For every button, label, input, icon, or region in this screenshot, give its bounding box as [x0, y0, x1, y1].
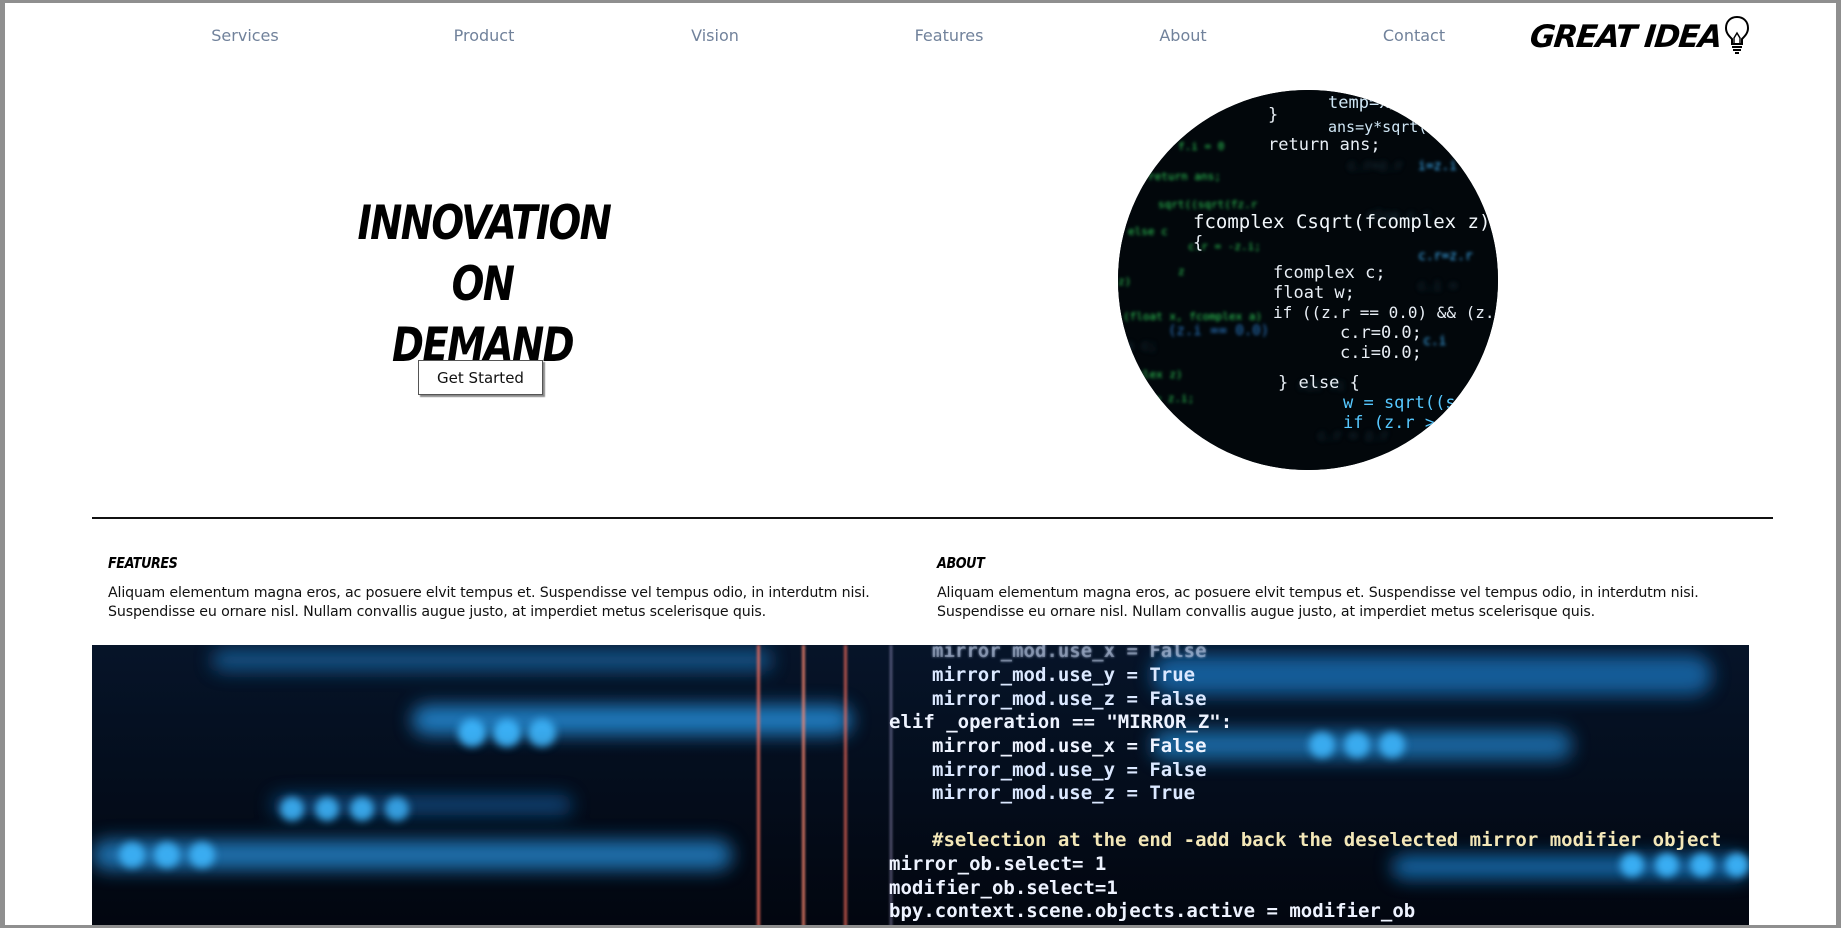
code-line: modifier_ob.select=1 [889, 877, 1118, 899]
brand-logo-text: GREAT IDEA [1528, 19, 1723, 55]
features-section: FEATURES Aliquam elementum magna eros, a… [108, 554, 888, 622]
brand-logo[interactable]: GREAT IDEA [1528, 15, 1751, 55]
code-line: fcomplex c; [1273, 263, 1386, 283]
code-line: elif _operation == "MIRROR_Z": [889, 711, 1232, 733]
top-nav: Services Product Vision Features About C… [0, 0, 1841, 75]
code-line: mirror_mod.use_z = True [932, 782, 1195, 804]
features-body: Aliquam elementum magna eros, ac posuere… [108, 585, 870, 620]
code-line: mirror_mod.use_x = False [932, 735, 1207, 757]
about-body: Aliquam elementum magna eros, ac posuere… [937, 585, 1699, 620]
code-line: c.r=0.0; [1340, 323, 1422, 343]
code-line: if (z.r >= 0.0) [1343, 413, 1497, 433]
code-line: mirror_mod.use_x = False [932, 645, 1207, 662]
code-line: temp=x/y; [1328, 93, 1420, 113]
svg-text:c.i =: c.i = [1418, 279, 1457, 294]
nav-link-features[interactable]: Features [915, 26, 984, 45]
nav-link-services[interactable]: Services [211, 26, 278, 45]
code-line: fcomplex Csqrt(fcomplex z) [1193, 211, 1490, 233]
lightbulb-icon [1724, 15, 1749, 54]
code-line: } else { [1278, 373, 1360, 393]
hero-title-line: ON [451, 257, 515, 313]
svg-text:return ans;: return ans; [1148, 170, 1221, 183]
svg-text:f.i = 0: f.i = 0 [1178, 140, 1224, 153]
svg-text:(float x, fcomplex a): (float x, fcomplex a) [1123, 310, 1262, 323]
about-heading: ABOUT [937, 554, 985, 572]
svg-text:c.r = z.i;: c.r = z.i; [1128, 392, 1194, 405]
svg-text:omplex z): omplex z) [1123, 368, 1183, 381]
code-line: mirror_mod.use_y = False [932, 759, 1207, 781]
code-line: #selection at the end -add back the dese… [932, 829, 1721, 851]
svg-text:sqrt((sqrt(fz.r: sqrt((sqrt(fz.r [1158, 198, 1258, 211]
svg-text:i=z.i: i=z.i [1418, 159, 1457, 174]
svg-text:else c: else c [1128, 225, 1168, 238]
code-line: w = sqrt((sqrt(z.r [1343, 393, 1498, 413]
nav-link-product[interactable]: Product [454, 26, 515, 45]
code-line: mirror_ob.select= 1 [889, 853, 1106, 875]
code-line: { [1193, 233, 1203, 253]
svg-text:c.r=z.r: c.r=z.r [1348, 159, 1403, 174]
code-line: } [1268, 105, 1278, 125]
hero-code-graphic: c.r=z.r else c.r ex c; ret fc c.r = z.r … [1118, 90, 1498, 470]
code-line: bpy.context.scene.objects.active = modif… [889, 900, 1415, 922]
nav-link-about[interactable]: About [1159, 26, 1206, 45]
code-line: if ((z.r == 0.0) && (z.i == 0.0)) { [1273, 303, 1498, 322]
code-banner-graphic: mirror_mod.use_x = False mirror_mod.use_… [92, 645, 1749, 928]
svg-text:(z.i == 0.0): (z.i == 0.0) [1168, 323, 1269, 339]
code-line: float w; [1273, 283, 1355, 303]
code-line: c.i=0.0; [1340, 343, 1422, 363]
svg-text:z): z) [1118, 275, 1131, 288]
hero-code-image: c.r=z.r else c.r ex c; ret fc c.r = z.r … [1118, 90, 1498, 470]
svg-text:z: z [1178, 265, 1185, 278]
code-line: mirror_mod.use_z = False [932, 688, 1207, 710]
nav-link-vision[interactable]: Vision [691, 26, 739, 45]
hero-title-line: INNOVATION [357, 196, 611, 252]
nav-link-contact[interactable]: Contact [1383, 26, 1445, 45]
code-banner-image: mirror_mod.use_x = False mirror_mod.use_… [92, 645, 1749, 928]
code-line: mirror_mod.use_y = True [932, 664, 1195, 686]
svg-text:ex c;: ex c; [1118, 339, 1157, 354]
svg-text:c.r=z.r: c.r=z.r [1418, 249, 1473, 264]
get-started-button[interactable]: Get Started [418, 360, 543, 395]
features-heading: FEATURES [108, 554, 178, 572]
svg-text:c.i: c.i [1423, 334, 1446, 349]
hero-title: INNOVATION ON DEMAND [357, 193, 611, 376]
code-line: ans=y*sqrt(1.0+temp*te [1328, 118, 1498, 136]
code-line: return ans; [1268, 135, 1381, 155]
section-divider [92, 517, 1773, 519]
about-section: ABOUT Aliquam elementum magna eros, ac p… [937, 554, 1717, 622]
